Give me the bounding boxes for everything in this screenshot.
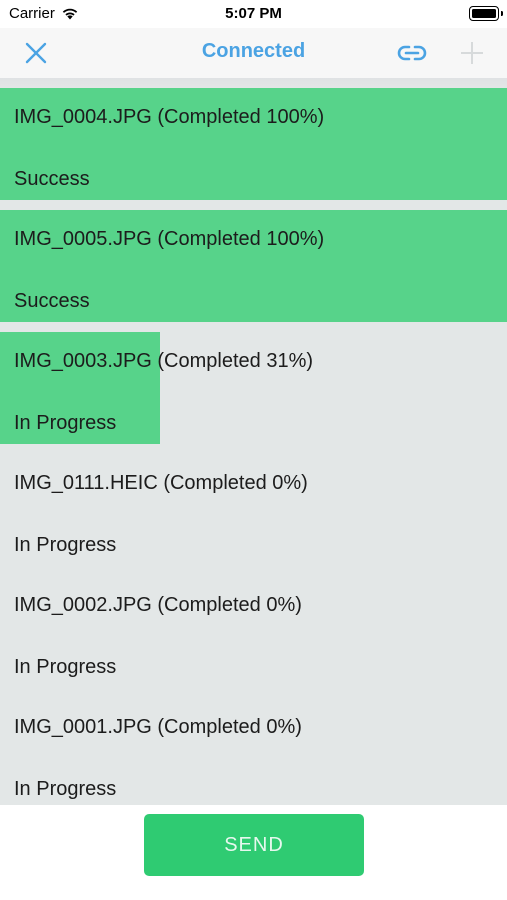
page-title: Connected (201, 40, 306, 62)
transfer-row[interactable]: IMG_0004.JPG (Completed 100%) Success (0, 88, 507, 210)
transfer-list: IMG_0004.JPG (Completed 100%) Success IM… (0, 88, 507, 805)
battery-icon (469, 6, 503, 21)
file-name: IMG_0005.JPG (Completed 100%) (14, 228, 325, 250)
file-name: IMG_0003.JPG (Completed 31%) (14, 350, 314, 372)
transfer-row[interactable]: IMG_0003.JPG (Completed 31%) In Progress (0, 332, 507, 454)
transfer-status: In Progress (14, 656, 117, 678)
transfer-row[interactable]: IMG_0111.HEIC (Completed 0%) In Progress (0, 454, 507, 576)
file-name: IMG_0001.JPG (Completed 0%) (14, 716, 302, 738)
transfer-status: In Progress (14, 534, 117, 556)
add-icon (461, 42, 483, 64)
status-time: 5:07 PM (225, 5, 282, 22)
transfer-status: In Progress (14, 778, 117, 800)
transfer-status: In Progress (14, 412, 117, 434)
transfer-status: Success (14, 168, 90, 190)
transfer-row[interactable]: IMG_0005.JPG (Completed 100%) Success (0, 210, 507, 332)
status-bar: Carrier 5:07 PM (0, 0, 507, 28)
link-icon[interactable] (396, 39, 428, 67)
transfer-status: Success (14, 290, 90, 312)
file-name: IMG_0111.HEIC (Completed 0%) (14, 472, 308, 494)
transfer-row[interactable]: IMG_0001.JPG (Completed 0%) In Progress (0, 698, 507, 805)
nav-divider (0, 78, 507, 88)
transfer-row[interactable]: IMG_0002.JPG (Completed 0%) In Progress (0, 576, 507, 698)
file-name: IMG_0002.JPG (Completed 0%) (14, 594, 302, 616)
send-button[interactable]: SEND (144, 814, 364, 876)
file-name: IMG_0004.JPG (Completed 100%) (14, 106, 325, 128)
nav-bar: Connected (0, 28, 507, 78)
send-area: SEND (0, 805, 507, 900)
